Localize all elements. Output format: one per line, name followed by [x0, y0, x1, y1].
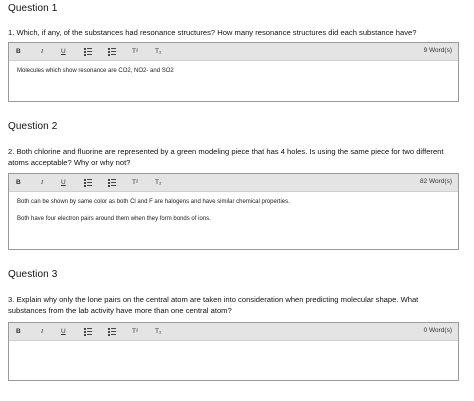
answer-paragraph: Molecules which show resonance are CO2, … [17, 68, 174, 74]
numbered-list-icon [108, 179, 116, 187]
superscript-button[interactable]: T² [132, 178, 138, 187]
answer-paragraph: Both have four electron pairs around the… [17, 216, 211, 222]
answer-editor: B I U T² T₂ 0 Word(s) [8, 322, 459, 381]
question-prompt: 3. Explain why only the lone pairs on th… [8, 295, 419, 315]
question-title: Question 3 [8, 269, 58, 280]
answer-text-area[interactable] [9, 341, 458, 353]
subscript-button[interactable]: T₂ [155, 327, 162, 336]
answer-editor: B I U T² T₂ 82 Word(s) Both can be shown… [8, 173, 459, 250]
word-count: 0 Word(s) [423, 327, 452, 334]
question-title: Question 1 [8, 3, 58, 14]
underline-button[interactable]: U [61, 47, 66, 56]
bullet-list-icon [84, 179, 92, 187]
bold-button[interactable]: B [16, 47, 21, 56]
bullet-list-button[interactable] [84, 327, 93, 336]
bold-button[interactable]: B [16, 178, 21, 187]
underline-button[interactable]: U [61, 327, 66, 336]
superscript-button[interactable]: T² [132, 47, 138, 56]
numbered-list-icon [108, 48, 116, 56]
italic-button[interactable]: I [41, 178, 43, 187]
question-prompt: 1. Which, if any, of the substances had … [8, 28, 417, 37]
subscript-button[interactable]: T₂ [155, 47, 162, 56]
numbered-list-button[interactable] [108, 178, 117, 187]
answer-editor: B I U T² T₂ 9 Word(s) Molecules which sh… [8, 42, 459, 102]
bullet-list-button[interactable] [84, 47, 93, 56]
editor-toolbar: B I U T² T₂ 0 Word(s) [9, 323, 458, 341]
question-title: Question 2 [8, 121, 58, 132]
editor-toolbar: B I U T² T₂ 82 Word(s) [9, 174, 458, 192]
italic-button[interactable]: I [41, 327, 43, 336]
word-count: 9 Word(s) [423, 47, 452, 54]
bullet-list-icon [84, 328, 92, 336]
numbered-list-button[interactable] [108, 327, 117, 336]
word-count: 82 Word(s) [419, 178, 452, 185]
numbered-list-icon [108, 328, 116, 336]
answer-text-area[interactable]: Molecules which show resonance are CO2, … [9, 61, 458, 90]
superscript-button[interactable]: T² [132, 327, 138, 336]
editor-toolbar: B I U T² T₂ 9 Word(s) [9, 43, 458, 61]
bullet-list-button[interactable] [84, 178, 93, 187]
italic-button[interactable]: I [41, 47, 43, 56]
bold-button[interactable]: B [16, 327, 21, 336]
underline-button[interactable]: U [61, 178, 66, 187]
answer-text-area[interactable]: Both can be shown by same color as both … [9, 192, 458, 238]
answer-paragraph: Both can be shown by same color as both … [17, 199, 290, 205]
subscript-button[interactable]: T₂ [155, 178, 162, 187]
numbered-list-button[interactable] [108, 47, 117, 56]
question-prompt: 2. Both chlorine and fluorine are repres… [8, 147, 444, 167]
bullet-list-icon [84, 48, 92, 56]
